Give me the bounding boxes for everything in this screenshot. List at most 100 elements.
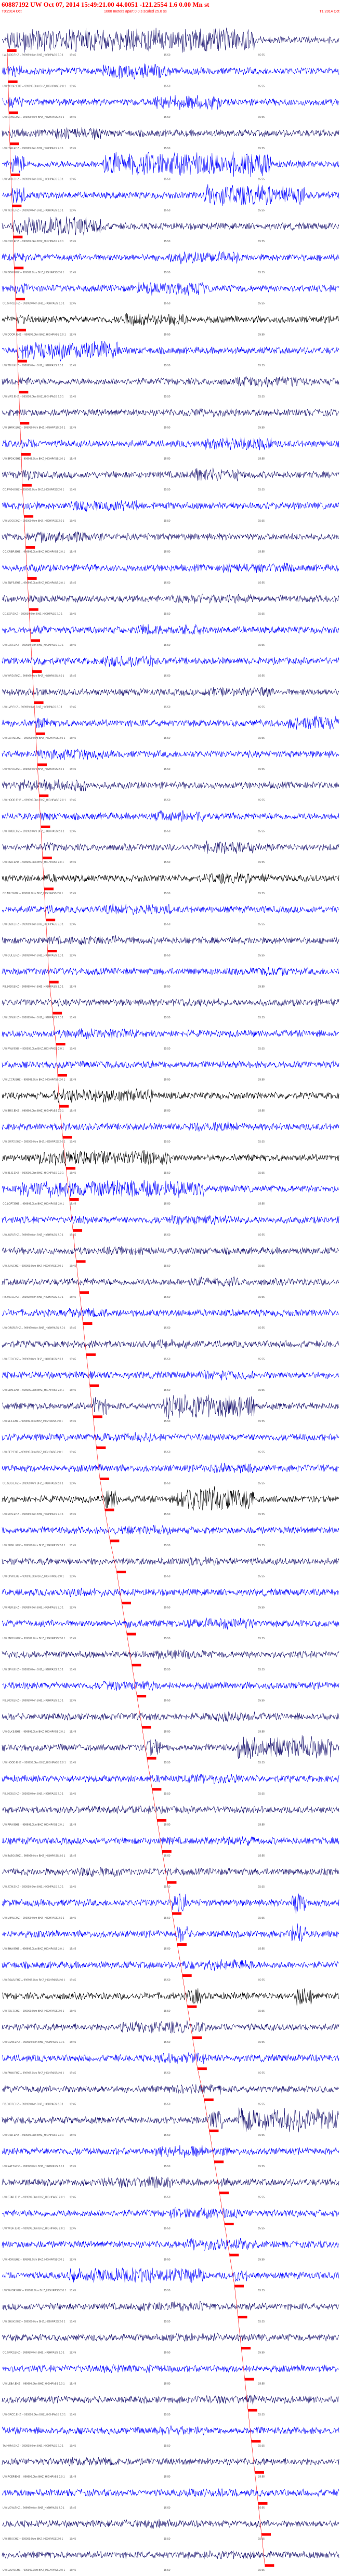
time-tick-label: 15:45 [70,54,76,57]
time-tick-label: 15:45 [70,2320,76,2323]
trace-row: UW.DAVN.EHZ -- 999999.0km BHZ_HIGHPASS 2… [2,2550,339,2572]
trace-row: UW.GRCC.EHZ -- 999999.0km BHZ_HIGHPASS 2… [2,2395,339,2416]
time-tick-label: 15:55 [258,1233,265,1237]
time-tick-label: 15:45 [70,1233,76,1237]
station-label: UW.RVW.EHZ -- 999999.0km BHZ_HIGHPASS 2.… [3,1047,64,1051]
trace-row: LW.B005.EHZ -- 999999.0km BHZ_HIGHPASS 2… [2,28,339,57]
time-tick-label: 15:55 [258,1637,265,1640]
time-tick-label: 15:45 [70,1637,76,1640]
time-tick-label: 15:50 [164,675,170,678]
trace-row: UW.STAR.EHZ -- 999999.0km BHZ_HIGHPASS 2… [2,2176,339,2199]
time-tick-label: 15:50 [164,581,170,585]
time-tick-label: 15:55 [258,2289,265,2292]
station-label: UW.SUML.EHZ -- 999999.0km BHZ_HIGHPASS 2… [3,1544,65,1547]
phase-pick-marker [182,1974,192,1977]
time-tick-label: 15:45 [70,2041,76,2044]
time-tick-label: 15:55 [258,1482,265,1485]
station-label: CC.SPR2.EHZ -- 999999.0km BHZ_HIGHPASS 2… [3,2352,64,2355]
waveform-trace [2,779,339,792]
trace-row: UW.OBSR.EHZ -- 999999.0km BHZ_HIGHPASS 2… [2,1307,339,1330]
time-tick-label: 15:45 [70,985,76,988]
waveform-trace [2,1587,339,1597]
station-label: UW.SWF2.EHZ -- 999999.0km BHZ_HIGHPASS 2… [3,1140,65,1144]
trace-row: UW.SHRK.EHZ -- 999999.0km BHZ_HIGHPASS 2… [2,408,339,430]
time-tick-label: 15:45 [70,457,76,460]
waveform-trace [2,1088,339,1103]
phase-pick-marker [31,639,41,642]
waveform-trace [2,967,339,976]
trace-row: UW.CPW.EHZ -- 999999.0km BHZ_HIGHPASS 2.… [2,1557,339,1578]
time-tick-label: 15:45 [70,1948,76,1951]
station-label: UW.BPDK.EHZ -- 999999.0km BHZ_HIGHPASS 2… [3,457,65,460]
time-tick-label: 15:55 [258,1451,265,1454]
time-tick-label: 15:45 [70,147,76,150]
station-label: UW.OBSR.EHZ -- 999999.0km BHZ_HIGHPASS 2… [3,1327,65,1330]
waveform-trace [2,623,339,635]
phase-pick-marker [49,980,59,984]
time-tick-label: 15:45 [70,395,76,399]
waveform-trace [2,468,339,482]
time-tick-label: 15:50 [164,799,170,802]
phase-pick-marker [56,1043,65,1046]
time-tick-label: 15:45 [70,2010,76,2013]
waveform-trace [2,1028,339,1040]
station-label: UW.TIMB.EHZ -- 999999.0km BHZ_HIGHPASS 2… [3,830,64,833]
time-tick-label: 15:45 [70,2165,76,2168]
time-tick-label: 15:45 [70,427,76,430]
time-tick-label: 15:45 [70,1575,76,1578]
time-tick-label: 15:55 [258,1668,265,1671]
station-label: UW.GUL.EHZ -- 999999.0km BHZ_HIGHPASS 2.… [3,954,63,958]
trace-row: UW.JCW.EHZ -- 999999.0km BHZ_HIGHPASS 2.… [2,1867,339,1889]
waveform-trace [2,1179,339,1198]
phase-pick-marker [234,2285,244,2288]
waveform-trace [2,2300,339,2312]
time-tick-label: 15:55 [258,954,265,958]
time-tick-label: 15:50 [164,2320,170,2323]
waveform-trace [2,1277,339,1287]
trace-row: UW.SNFS.EHZ -- 999999.0km BHZ_HIGHPASS 2… [2,562,339,585]
time-tick-label: 15:55 [258,2227,265,2230]
station-label: UW.EDM.EHZ -- 999999.0km BHZ_HIGHPASS 2.… [3,1389,64,1392]
station-label: UW.WRSR.EHZ -- 999999.0km BHZ_HIGHPASS 2… [3,85,66,88]
station-label: UW.GRCC.EHZ -- 999999.0km BHZ_HIGHPASS 2… [3,2413,66,2416]
time-tick-label: 15:45 [70,1730,76,1733]
trace-row: UW.HDW.EHZ -- 999999.0km BHZ_HIGHPASS 2.… [2,2238,339,2261]
time-tick-label: 15:50 [164,1079,170,1082]
phase-pick-marker [265,2564,274,2567]
trace-row: UW.BRO.EHZ -- 999999.0km BHZ_HIGHPASS 2.… [2,1088,339,1112]
time-tick-label: 15:55 [258,1730,265,1733]
time-tick-label: 15:50 [164,1016,170,1019]
time-tick-label: 15:45 [70,1203,76,1206]
phase-pick-marker [10,174,20,176]
waveform-trace [2,1307,339,1318]
waveform-trace [2,1524,339,1535]
phase-pick-marker [12,204,22,207]
time-tick-label: 15:45 [70,1513,76,1516]
time-tick-label: 15:55 [258,675,265,678]
waveform-trace [2,2457,339,2466]
waveform-trace [2,935,339,946]
trace-row: UW.HOOD.EHZ -- 999999.0km BHZ_HIGHPASS 2… [2,1735,339,1764]
time-tick-label: 15:55 [258,1513,265,1516]
time-tick-label: 15:50 [164,1389,170,1392]
time-tick-label: 15:55 [258,861,265,864]
waveform-trace [2,1121,339,1132]
time-tick-label: 15:45 [70,581,76,585]
time-tick-label: 15:55 [258,1792,265,1796]
phase-pick-marker [8,80,18,83]
phase-pick-marker [93,1415,102,1418]
phase-pick-marker [46,919,56,922]
phase-pick-marker [53,1012,62,1015]
station-label: UW.EARN.EHZ -- 999999.0km BHZ_HIGHPASS 2… [3,737,65,740]
time-tick-label: 15:45 [70,551,76,554]
time-tick-label: 15:55 [258,2103,265,2106]
station-label: UW.BRV.EHZ -- 999999.0km BHZ_HIGHPASS 2.… [3,2538,63,2541]
trace-row: UW.LEBA.EHZ -- 999999.0km BHZ_HIGHPASS 2… [2,2364,339,2385]
time-tick-label: 15:45 [70,116,76,119]
trace-row: UW.GUL.EHZ -- 999999.0km BHZ_HIGHPASS 2.… [2,935,339,958]
trace-row: UW.LVP.EHZ -- 999999.0km BHZ_HIGHPASS 2.… [2,687,339,709]
trace-row: UW.SEP.EHZ -- 999999.0km BHZ_HIGHPASS 2.… [2,1432,339,1454]
phase-pick-marker [172,1912,182,1915]
trace-row: UW.ELK.EHZ -- 999999.0km BHZ_HIGHPASS 2.… [2,1394,339,1423]
time-tick-label: 15:55 [258,2134,265,2137]
